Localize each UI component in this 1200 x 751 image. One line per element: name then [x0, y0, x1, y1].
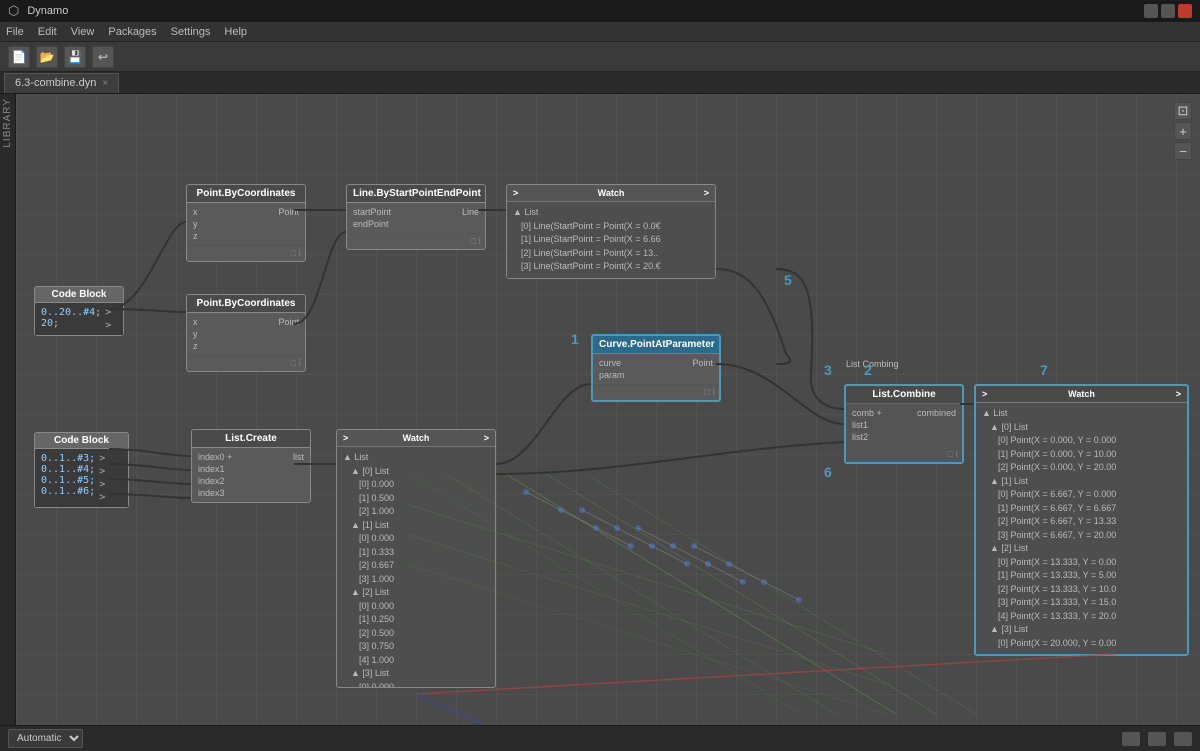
watch-content: ▲ List [0] Line(StartPoint = Point(X = 0… [507, 202, 715, 278]
menu-view[interactable]: View [71, 26, 95, 38]
node-line-bystartendpoint[interactable]: Line.ByStartPointEndPoint startPoint Lin… [346, 184, 486, 250]
canvas[interactable]: ⊡ + − [16, 94, 1200, 725]
node-watch-right[interactable]: > Watch > ▲ List ▲ [0] List [0] Point(X … [974, 384, 1189, 656]
menu-edit[interactable]: Edit [38, 26, 57, 38]
tab-filename: 6.3-combine.dyn [15, 77, 96, 89]
zoom-controls: ⊡ + − [1174, 102, 1192, 160]
close-button[interactable] [1178, 4, 1192, 18]
library-label[interactable]: LIBRARY [2, 98, 13, 148]
titlebar: ⬡ Dynamo [0, 0, 1200, 22]
callout-7: 7 [1040, 362, 1048, 378]
app-icon: ⬡ [8, 3, 19, 19]
callout-1: 1 [571, 331, 579, 347]
node-watch-top[interactable]: > Watch > ▲ List [0] Line(StartPoint = P… [506, 184, 716, 279]
watch-content: ▲ List ▲ [0] List [0] Point(X = 0.000, Y… [976, 403, 1187, 654]
status-icon-3 [1174, 732, 1192, 746]
window-controls [1144, 4, 1192, 18]
callout-3: 3 [824, 362, 832, 378]
zoom-fit-button[interactable]: ⊡ [1174, 102, 1192, 120]
menu-file[interactable]: File [6, 26, 24, 38]
node-title: Point.ByCoordinates [187, 295, 305, 313]
node-code-block-2[interactable]: Code Block 0..1..#3;0..1..#4;0..1..#5;0.… [34, 432, 129, 508]
tabbar: 6.3-combine.dyn × [0, 72, 1200, 94]
new-button[interactable]: 📄 [8, 46, 30, 68]
node-curve-point-at-param[interactable]: Curve.PointAtParameter curve Point param… [591, 334, 721, 402]
menu-help[interactable]: Help [224, 26, 247, 38]
menu-packages[interactable]: Packages [108, 26, 156, 38]
node-watch-bottom[interactable]: > Watch > ▲ List ▲ [0] List [0] 0.000 [1… [336, 429, 496, 688]
watch-title: > Watch > [337, 430, 495, 447]
zoom-out-button[interactable]: − [1174, 142, 1192, 160]
node-point-bycoords-1[interactable]: Point.ByCoordinates x Point y z □ ⅰ [186, 184, 306, 262]
node-point-bycoords-2[interactable]: Point.ByCoordinates x Point y z □ ⅰ [186, 294, 306, 372]
status-icons [1122, 732, 1192, 746]
node-title: Curve.PointAtParameter [593, 336, 719, 354]
node-list-combine[interactable]: List.Combine comb + combined list1 list2… [844, 384, 964, 464]
toolbar: 📄 📂 💾 ↩ [0, 42, 1200, 72]
tab-file[interactable]: 6.3-combine.dyn × [4, 73, 119, 93]
watch-content: ▲ List ▲ [0] List [0] 0.000 [1] 0.500 [2… [337, 447, 495, 687]
node-title: Code Block [35, 433, 128, 449]
status-icon-1 [1122, 732, 1140, 746]
callout-5: 5 [784, 272, 792, 288]
node-title: Line.ByStartPointEndPoint [347, 185, 485, 203]
node-title: Point.ByCoordinates [187, 185, 305, 203]
node-list-create[interactable]: List.Create index0 + list index1 index2 … [191, 429, 311, 503]
statusbar: Automatic [0, 725, 1200, 751]
undo-button[interactable]: ↩ [92, 46, 114, 68]
run-mode-dropdown[interactable]: Automatic [8, 729, 83, 748]
node-title: List.Combine [846, 386, 962, 404]
maximize-button[interactable] [1161, 4, 1175, 18]
status-icon-2 [1148, 732, 1166, 746]
minimize-button[interactable] [1144, 4, 1158, 18]
callout-6: 6 [824, 464, 832, 480]
app-title: Dynamo [27, 5, 68, 17]
main-area: LIBRARY ⊡ + − [0, 94, 1200, 725]
node-title: Code Block [35, 287, 123, 303]
callout-2: 2 [864, 362, 872, 378]
node-code-block-1[interactable]: Code Block 0..20..#4;20; > > [34, 286, 124, 336]
library-sidebar[interactable]: LIBRARY [0, 94, 16, 725]
node-title: List.Create [192, 430, 310, 448]
watch-title: > Watch > [507, 185, 715, 202]
watch-title: > Watch > [976, 386, 1187, 403]
menu-settings[interactable]: Settings [171, 26, 211, 38]
tab-close[interactable]: × [102, 78, 108, 89]
menubar: File Edit View Packages Settings Help [0, 22, 1200, 42]
open-button[interactable]: 📂 [36, 46, 58, 68]
save-button[interactable]: 💾 [64, 46, 86, 68]
zoom-in-button[interactable]: + [1174, 122, 1192, 140]
